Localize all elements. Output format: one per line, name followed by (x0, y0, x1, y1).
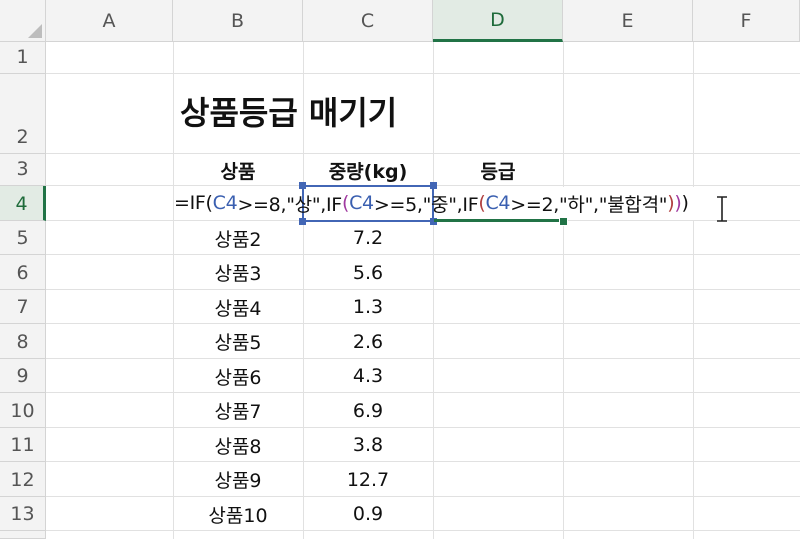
column-header-c[interactable]: C (303, 0, 433, 42)
row-header-4[interactable]: 4 (0, 186, 46, 221)
column-header-b[interactable]: B (173, 0, 303, 42)
row-header-11[interactable]: 11 (0, 428, 46, 462)
formula-paren: ) (681, 192, 689, 214)
header-cell-grade[interactable]: 등급 (433, 154, 563, 186)
formula-text: >=8,"상",IF (237, 193, 342, 216)
formula-text: >=5,"중",IF (373, 193, 479, 216)
formula-reference: C4 (349, 192, 374, 214)
row-header-2[interactable]: 2 (0, 74, 46, 154)
cell-product[interactable]: 상품10 (173, 497, 303, 531)
formula-paren: ( (478, 192, 486, 214)
cell-weight[interactable]: 0.9 (303, 497, 433, 531)
row-header-10[interactable]: 10 (0, 393, 46, 428)
cell-product[interactable]: 상품4 (173, 290, 303, 324)
header-cell-product[interactable]: 상품 (173, 154, 303, 186)
row-header-14-partial (0, 531, 46, 539)
column-header-e[interactable]: E (563, 0, 693, 42)
formula-text: >=2,"하","불합격" (510, 193, 668, 216)
formula-paren: ) (667, 192, 675, 214)
gridline (433, 42, 434, 539)
formula-paren: ( (341, 192, 350, 214)
cell-product[interactable]: 상품6 (173, 359, 303, 393)
column-header-f[interactable]: F (693, 0, 800, 42)
cell-weight[interactable]: 6.9 (303, 393, 433, 428)
cell-product[interactable]: 상품2 (173, 221, 303, 255)
cell-weight[interactable]: 5.6 (303, 255, 433, 290)
cell-product[interactable]: 상품9 (173, 462, 303, 497)
row-header-5[interactable]: 5 (0, 221, 46, 255)
sheet-title[interactable]: 상품등급 매기기 (180, 88, 397, 134)
header-cell-weight[interactable]: 중량(kg) (303, 154, 433, 186)
row-header-8[interactable]: 8 (0, 324, 46, 359)
formula-reference: C4 (212, 192, 238, 214)
select-all-triangle-icon (28, 24, 42, 38)
spreadsheet-grid[interactable]: A B C D E F 1 2 3 4 5 6 7 8 9 10 11 12 1… (0, 0, 800, 539)
row-header-3[interactable]: 3 (0, 154, 46, 186)
row-header-7[interactable]: 7 (0, 290, 46, 324)
row-header-1[interactable]: 1 (0, 42, 46, 74)
formula-text: =IF( (174, 192, 213, 214)
cell-product[interactable]: 상품5 (173, 324, 303, 359)
text-cursor-icon (716, 196, 728, 226)
row-header-9[interactable]: 9 (0, 359, 46, 393)
cell-weight[interactable]: 1.3 (303, 290, 433, 324)
column-header-d[interactable]: D (433, 0, 563, 42)
cell-product[interactable]: 상품8 (173, 428, 303, 462)
formula-paren: ) (674, 192, 682, 214)
gridline (563, 42, 564, 539)
cell-weight[interactable]: 2.6 (303, 324, 433, 359)
cell-product[interactable]: 상품7 (173, 393, 303, 428)
formula-in-cell-editor[interactable]: =IF(C4 >=8,"상",IF(C4 >=5,"중",IF(C4 >=2,"하",… (174, 186, 689, 220)
cell-weight[interactable]: 3.8 (303, 428, 433, 462)
cell-weight[interactable]: 7.2 (303, 221, 433, 255)
row-header-6[interactable]: 6 (0, 255, 46, 290)
column-header-a[interactable]: A (46, 0, 173, 42)
gridline (46, 73, 800, 74)
cell-product[interactable]: 상품3 (173, 255, 303, 290)
cell-weight[interactable]: 4.3 (303, 359, 433, 393)
select-all-corner[interactable] (0, 0, 46, 42)
cell-weight[interactable]: 12.7 (303, 462, 433, 497)
row-header-13[interactable]: 13 (0, 497, 46, 531)
row-header-12[interactable]: 12 (0, 462, 46, 497)
formula-reference: C4 (485, 192, 511, 214)
gridline (693, 42, 694, 539)
